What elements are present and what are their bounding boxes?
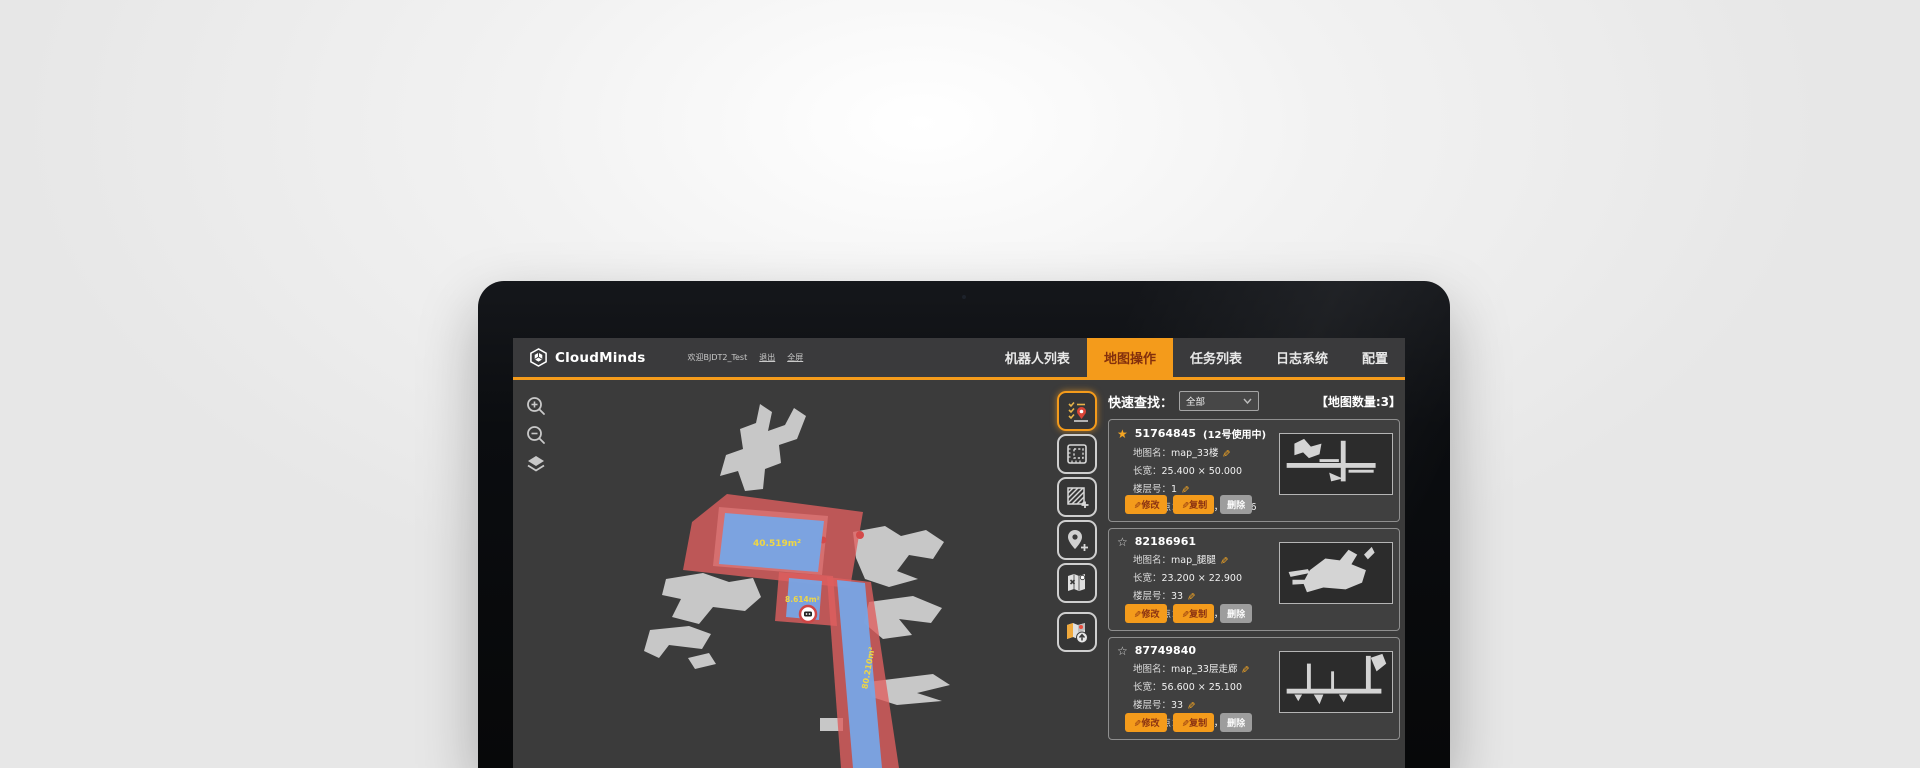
field-label-name: 地图名： (1133, 448, 1171, 459)
monitor-mockup: CloudMinds 欢迎BJDT2_Test 退出 全屏 机器人列表 地图操作… (478, 281, 1450, 768)
content-area: 40.519m² 8.614m² 80.210m² (513, 383, 1405, 768)
star-filled-icon[interactable]: ★ (1117, 428, 1128, 440)
add-virtual-wall-icon (1064, 484, 1090, 510)
edit-pencil-icon[interactable]: ✎ (1239, 665, 1250, 673)
map-size-value: 25.400 × 50.000 (1162, 466, 1242, 477)
edit-pencil-icon[interactable]: ✎ (1218, 556, 1229, 564)
top-nav: CloudMinds 欢迎BJDT2_Test 退出 全屏 机器人列表 地图操作… (513, 338, 1405, 380)
nav-item-log-system[interactable]: 日志系统 (1259, 338, 1345, 377)
map-count-badge: 【地图数量:3】 (1316, 393, 1401, 410)
edit-pencil-icon[interactable]: ✎ (1179, 486, 1190, 494)
webcam-dot (962, 295, 966, 299)
map-list-panel: 快速查找： 全部 【地图数量:3】 ★ 51764845 (12号使用中) (1108, 383, 1405, 768)
map-id: 87749840 (1135, 644, 1196, 657)
map-size-value: 23.200 × 22.900 (1162, 573, 1242, 584)
floor-value: 33 (1171, 700, 1183, 711)
map-thumbnail (1279, 651, 1393, 713)
star-outline-icon[interactable]: ☆ (1117, 645, 1128, 657)
pencil-icon: ✎ (1131, 719, 1141, 727)
nav-menu: 机器人列表 地图操作 任务列表 日志系统 配置 (988, 338, 1405, 377)
edit-map-button[interactable]: ✎修改 (1125, 604, 1167, 623)
field-label-name: 地图名： (1133, 555, 1171, 566)
cloudminds-logo-icon (529, 348, 548, 367)
fullscreen-link[interactable]: 全屏 (787, 352, 803, 363)
field-label-floor: 楼层号： (1133, 591, 1171, 602)
map-thumbnail (1279, 542, 1393, 604)
star-outline-icon[interactable]: ☆ (1117, 536, 1128, 548)
quick-find-label: 快速查找： (1108, 392, 1173, 411)
map-card[interactable]: ★ 51764845 (12号使用中) 地图名：map_33楼✎ 长宽：25.4… (1108, 419, 1400, 522)
map-frame-edit-icon (1064, 441, 1090, 467)
edit-pencil-icon[interactable]: ✎ (1185, 593, 1196, 601)
nav-item-task-list[interactable]: 任务列表 (1173, 338, 1259, 377)
zoom-in-icon[interactable] (525, 395, 547, 417)
nav-item-map-operation[interactable]: 地图操作 (1087, 338, 1173, 377)
map-id: 51764845 (1135, 427, 1196, 440)
zoom-out-icon[interactable] (525, 424, 547, 446)
chevron-down-icon (1243, 398, 1252, 404)
robot-position-marker[interactable] (800, 606, 816, 622)
map-size-value: 56.600 × 25.100 (1162, 682, 1242, 693)
tool-upload-map[interactable] (1057, 612, 1097, 652)
copy-map-button[interactable]: ✎复制 (1173, 495, 1215, 514)
brand: CloudMinds (513, 338, 645, 377)
delete-map-button[interactable]: 删除 (1220, 713, 1252, 732)
pencil-icon: ✎ (1131, 610, 1141, 618)
app-screen: CloudMinds 欢迎BJDT2_Test 退出 全屏 机器人列表 地图操作… (513, 338, 1405, 768)
field-label-floor: 楼层号： (1133, 484, 1171, 495)
nav-item-config[interactable]: 配置 (1345, 338, 1405, 377)
tool-delete-map[interactable] (1057, 563, 1097, 603)
field-label-size: 长宽： (1133, 466, 1162, 477)
edit-pencil-icon[interactable]: ✎ (1185, 702, 1196, 710)
map-name-value: map_33层走廊 (1171, 664, 1237, 675)
map-filter-select[interactable]: 全部 (1179, 391, 1259, 411)
pencil-icon: ✎ (1131, 501, 1141, 509)
session-links: 欢迎BJDT2_Test 退出 全屏 (687, 338, 803, 377)
copy-map-button[interactable]: ✎复制 (1173, 604, 1215, 623)
pencil-icon: ✎ (1178, 719, 1188, 727)
pencil-icon: ✎ (1178, 501, 1188, 509)
tool-add-virtual-wall[interactable] (1057, 477, 1097, 517)
field-label-size: 长宽： (1133, 573, 1162, 584)
filter-selected-value: 全部 (1186, 394, 1205, 408)
welcome-text: 欢迎BJDT2_Test (687, 352, 747, 363)
field-label-floor: 楼层号： (1133, 700, 1171, 711)
floor-value: 33 (1171, 591, 1183, 602)
layers-icon[interactable] (525, 453, 547, 475)
field-label-name: 地图名： (1133, 664, 1171, 675)
delete-map-button[interactable]: 删除 (1220, 495, 1252, 514)
map-canvas[interactable]: 40.519m² 8.614m² 80.210m² (513, 383, 1057, 768)
map-area[interactable]: 40.519m² 8.614m² 80.210m² (513, 383, 1057, 768)
map-card[interactable]: ☆ 82186961 地图名：map_腿腿✎ 长宽：23.200 × 22.90… (1108, 528, 1400, 631)
map-id: 82186961 (1135, 535, 1196, 548)
field-label-size: 长宽： (1133, 682, 1162, 693)
delete-map-button[interactable]: 删除 (1220, 604, 1252, 623)
logout-link[interactable]: 退出 (759, 352, 775, 363)
map-view-controls (525, 395, 547, 475)
map-toolbar (1057, 391, 1101, 655)
copy-map-button[interactable]: ✎复制 (1173, 713, 1215, 732)
area-label-big-room: 40.519m² (753, 539, 801, 549)
edit-map-button[interactable]: ✎修改 (1125, 495, 1167, 514)
map-thumbnail (1279, 433, 1393, 495)
map-name-value: map_33楼 (1171, 448, 1218, 459)
area-label-small-room: 8.614m² (785, 595, 820, 604)
task-point-list-icon (1064, 398, 1090, 424)
add-location-point-icon (1064, 527, 1090, 553)
map-in-use-badge: (12号使用中) (1203, 426, 1266, 441)
brand-name: CloudMinds (555, 350, 645, 366)
pencil-icon: ✎ (1178, 610, 1188, 618)
map-card[interactable]: ☆ 87749840 地图名：map_33层走廊✎ 长宽：56.600 × 25… (1108, 637, 1400, 740)
delete-map-icon (1064, 570, 1090, 596)
edit-map-button[interactable]: ✎修改 (1125, 713, 1167, 732)
panel-header: 快速查找： 全部 【地图数量:3】 (1108, 389, 1405, 413)
upload-map-icon (1064, 619, 1090, 645)
floor-value: 1 (1171, 484, 1177, 495)
tool-add-location-point[interactable] (1057, 520, 1097, 560)
tool-task-point-list[interactable] (1057, 391, 1097, 431)
map-name-value: map_腿腿 (1171, 555, 1216, 566)
edit-pencil-icon[interactable]: ✎ (1220, 449, 1231, 457)
tool-map-frame-edit[interactable] (1057, 434, 1097, 474)
nav-item-robot-list[interactable]: 机器人列表 (988, 338, 1087, 377)
